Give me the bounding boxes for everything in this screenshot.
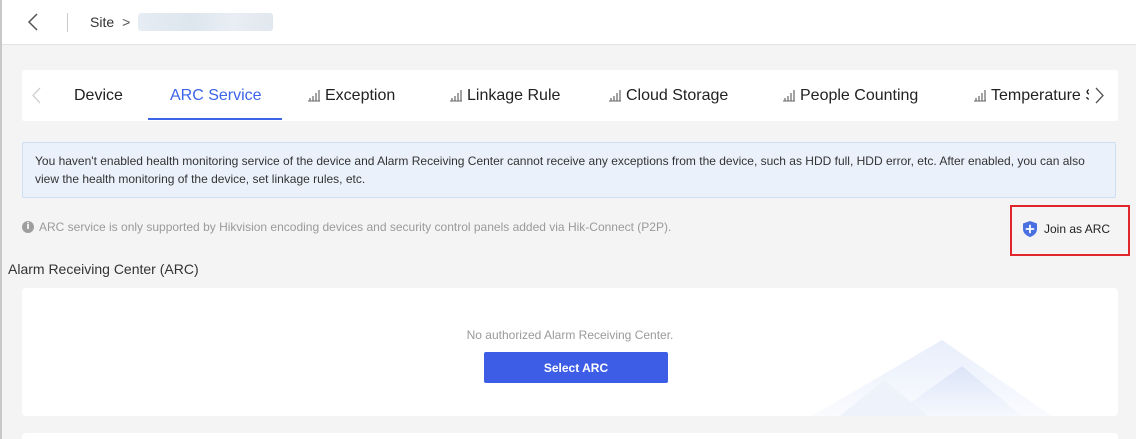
join-as-arc-button[interactable]: Join as ARC [1021, 218, 1110, 240]
tab-device[interactable]: Device [74, 70, 123, 121]
tab-label: Cloud Storage [626, 86, 729, 104]
tab-label: People Counting [800, 86, 919, 104]
topbar-divider [67, 13, 68, 32]
breadcrumb-site-name-redacted [138, 13, 274, 31]
back-button[interactable] [22, 10, 44, 34]
health-monitoring-banner: You haven't enabled health monitoring se… [22, 142, 1116, 198]
select-arc-label: Select ARC [543, 360, 609, 375]
tab-label: ARC Service [170, 86, 262, 104]
tab-label: Linkage Rule [467, 86, 561, 104]
signal-bars-icon [307, 89, 321, 102]
select-arc-button[interactable]: Select ARC [484, 352, 668, 383]
tab-scroll-right-button[interactable] [1095, 87, 1104, 109]
tab-linkage-rule[interactable]: Linkage Rule [449, 70, 560, 121]
tab-label: Exception [325, 86, 396, 104]
tab-label: Temperature S [991, 86, 1089, 104]
arc-support-note: i ARC service is only supported by Hikvi… [22, 220, 671, 234]
signal-bars-icon [782, 89, 796, 102]
top-bar: Site > [2, 0, 1136, 45]
tab-label: Device [74, 86, 123, 104]
tab-people-counting[interactable]: People Counting [782, 70, 918, 121]
join-as-arc-label: Join as ARC [1044, 222, 1111, 236]
breadcrumb-site[interactable]: Site [90, 14, 114, 30]
banner-text: You haven't enabled health monitoring se… [35, 154, 1085, 186]
info-icon: i [22, 221, 34, 233]
chevron-right-icon [1095, 87, 1104, 104]
signal-bars-icon [973, 89, 987, 102]
tab-scroll-left-button[interactable] [32, 87, 41, 109]
tab-bar: Device ARC Service Exception Linkage Rul… [22, 70, 1118, 121]
signal-bars-icon [449, 89, 463, 102]
tab-cloud-storage[interactable]: Cloud Storage [608, 70, 728, 121]
active-tab-indicator [148, 118, 282, 120]
shield-plus-icon [1023, 221, 1037, 237]
note-text: ARC service is only supported by Hikvisi… [39, 220, 672, 234]
breadcrumb: Site > [90, 13, 274, 31]
arc-list-card: No authorized Alarm Receiving Center. Se… [22, 288, 1118, 416]
next-card-edge [22, 433, 1118, 439]
empty-state-text: No authorized Alarm Receiving Center. [466, 328, 674, 342]
breadcrumb-separator: > [122, 14, 131, 30]
tab-temperature[interactable]: Temperature S [973, 70, 1089, 121]
tab-arc-service[interactable]: ARC Service [170, 70, 262, 121]
tab-exception[interactable]: Exception [307, 70, 395, 121]
chevron-left-icon [32, 87, 41, 104]
section-title: Alarm Receiving Center (ARC) [8, 261, 199, 277]
chevron-left-icon [27, 13, 38, 31]
signal-bars-icon [608, 89, 622, 102]
window-left-border [0, 0, 2, 439]
